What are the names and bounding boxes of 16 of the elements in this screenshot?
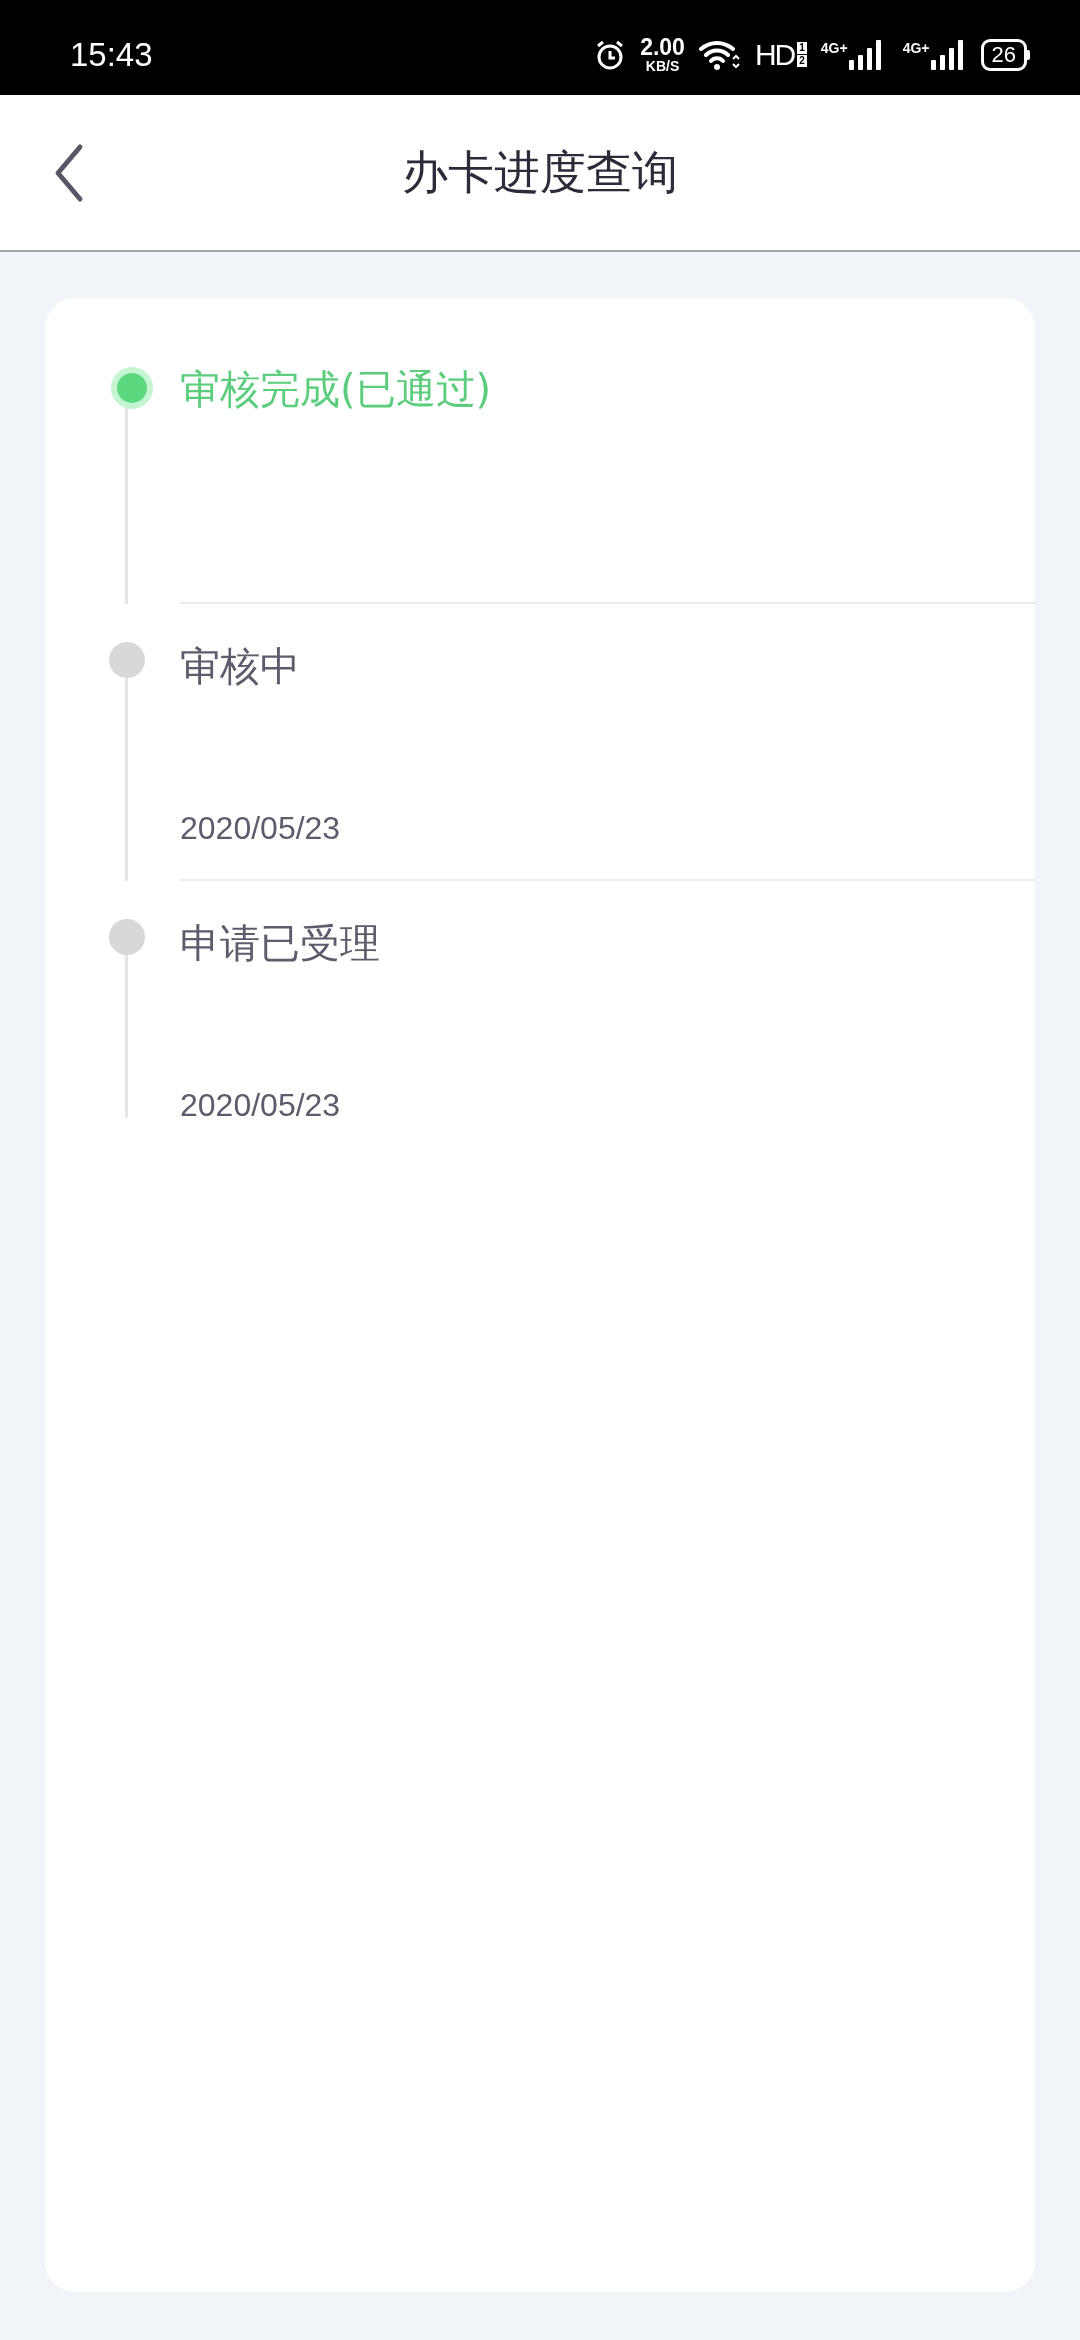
page-title: 办卡进度查询 <box>402 143 678 201</box>
network-speed: 2.00 <box>640 36 685 59</box>
wifi-icon <box>698 38 741 71</box>
speed-unit: KB/S <box>645 59 680 73</box>
step-date: 2020/05/23 <box>180 810 341 846</box>
step-title: 审核完成(已通过) <box>180 365 492 414</box>
step-date: 2020/05/23 <box>180 1087 341 1123</box>
hd-label: HD <box>754 37 795 72</box>
sim-slot-label: 1 <box>797 42 807 54</box>
network-type: 4G+ <box>820 39 848 56</box>
sim-slot-label: 2 <box>797 55 807 67</box>
step-title: 申请已受理 <box>180 919 380 968</box>
network-type: 4G+ <box>902 39 930 56</box>
clock-time: 15:43 <box>70 35 153 74</box>
step-title: 审核中 <box>180 642 300 691</box>
battery-icon: 26 <box>980 38 1030 71</box>
